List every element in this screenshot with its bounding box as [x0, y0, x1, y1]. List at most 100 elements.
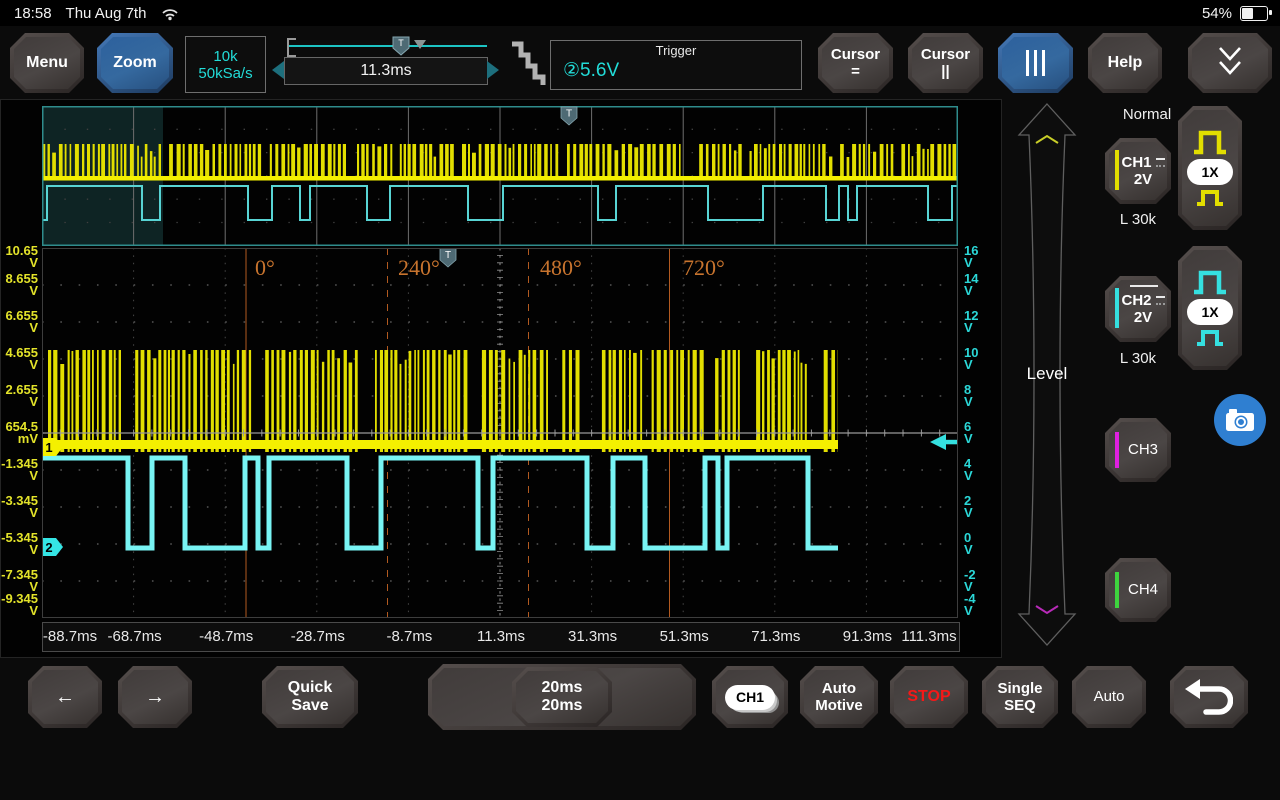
ch1-probe-button[interactable]: 1X [1178, 106, 1242, 230]
pulse-small-icon [1195, 188, 1225, 208]
double-chevron-down-icon [1212, 44, 1248, 82]
time-tick-label: -88.7ms [43, 628, 97, 645]
auto-motive-button[interactable]: Auto Motive [800, 666, 878, 728]
overview-display[interactable]: T [42, 106, 958, 246]
left-arrow-icon: ← [55, 686, 75, 709]
horizontal-position-display[interactable]: 11.3ms [284, 57, 488, 85]
scroll-right-arrow-icon[interactable] [487, 61, 499, 79]
voltage-tick-label: 4V [964, 458, 1002, 482]
voltage-tick-label: 14V [964, 273, 1002, 297]
svg-text:480°: 480° [540, 255, 582, 280]
ch2-scale: 2V [1124, 309, 1152, 326]
horizontal-position-widget[interactable]: T 11.3ms [278, 30, 504, 92]
svg-text:1: 1 [45, 440, 52, 455]
sample-rate: 50kSa/s [198, 65, 252, 82]
dc-coupling-icon [1156, 158, 1165, 167]
time-tick-label: 111.3ms [901, 628, 956, 645]
voltage-tick-label: -1.345V [0, 458, 38, 482]
falling-edge-icon[interactable] [505, 40, 547, 90]
main-timebase: 20ms [542, 679, 583, 697]
zoom-button[interactable]: Zoom [97, 33, 173, 93]
time-tick-label: -28.7ms [291, 628, 345, 645]
pulse-up-icon [1191, 128, 1229, 156]
trigger-mode-label: Normal [1102, 106, 1192, 123]
ch2-voltage-axis: 16V14V12V10V8V6V4V2V0V-2V-4V [962, 248, 998, 618]
three-vertical-bars-icon [1026, 50, 1045, 76]
ch1-scale: 2V [1124, 171, 1152, 188]
ch2-memory-label: L 30k [1102, 350, 1174, 367]
svg-text:240°: 240° [398, 255, 440, 280]
view-position-marker-icon [414, 40, 426, 49]
return-button[interactable] [1170, 666, 1248, 728]
ch2-probe-button[interactable]: 1X [1178, 246, 1242, 370]
quick-save-button[interactable]: Quick Save [262, 666, 358, 728]
svg-text:0°: 0° [255, 255, 275, 280]
cursor-vertical-button[interactable]: Cursor || [908, 33, 983, 93]
level-slider[interactable]: Level [1005, 101, 1089, 648]
time-tick-label: 31.3ms [568, 628, 617, 645]
voltage-tick-label: 8.655V [0, 273, 38, 297]
svg-text:Level: Level [1027, 364, 1068, 383]
single-seq-button[interactable]: Single SEQ [982, 666, 1058, 728]
undo-arrow-icon [1185, 676, 1233, 718]
dc-coupling-icon [1156, 296, 1165, 305]
zoom-timebase: 20ms [542, 697, 583, 715]
voltage-tick-label: 654.5mV [0, 421, 38, 445]
trigger-source-badge: CH1 [725, 685, 775, 710]
pulse-small-icon [1195, 328, 1225, 348]
trigger-source-button[interactable]: CH1 [712, 666, 788, 728]
svg-text:2: 2 [45, 540, 52, 555]
voltage-tick-label: 6V [964, 421, 1002, 445]
ch4-button[interactable]: CH4 [1105, 558, 1171, 622]
time-tick-label: 91.3ms [843, 628, 892, 645]
camera-button[interactable] [1214, 394, 1266, 446]
date: Thu Aug 7th [66, 5, 147, 22]
wifi-icon [160, 5, 180, 21]
trigger-position-marker-icon[interactable]: T [392, 36, 410, 56]
ch1-probe-ratio: 1X [1187, 159, 1233, 185]
voltage-tick-label: 4.655V [0, 347, 38, 371]
run-stop-button[interactable]: STOP [890, 666, 968, 728]
trigger-label: Trigger [656, 43, 697, 58]
voltage-tick-label: 16V [964, 245, 1002, 269]
ch2-probe-ratio: 1X [1187, 299, 1233, 325]
sidebar-toggle-button[interactable] [998, 33, 1073, 93]
battery-percent: 54% [1202, 5, 1232, 22]
history-back-button[interactable]: ← [28, 666, 102, 728]
time-tick-label: 51.3ms [660, 628, 709, 645]
voltage-tick-label: -3.345V [0, 495, 38, 519]
auto-setup-button[interactable]: Auto [1072, 666, 1146, 728]
ch1-voltage-axis: 10.65V8.655V6.655V4.655V2.655V654.5mV-1.… [0, 248, 40, 618]
voltage-tick-label: 6.655V [0, 310, 38, 334]
ch2-button[interactable]: CH2 2V [1105, 276, 1171, 342]
bandwidth-limit-line-icon [1130, 285, 1158, 287]
memory-sample-rate-box[interactable]: 10k 50kSa/s [185, 36, 266, 93]
svg-text:T: T [398, 38, 404, 48]
ch3-button[interactable]: CH3 [1105, 418, 1171, 482]
history-forward-button[interactable]: → [118, 666, 192, 728]
record-start-bracket-icon [287, 38, 296, 57]
voltage-tick-label: 2.655V [0, 384, 38, 408]
trigger-info-box[interactable]: Trigger ②5.6V [550, 40, 802, 90]
svg-text:T: T [566, 109, 572, 120]
time-tick-label: -68.7ms [108, 628, 162, 645]
oscilloscope-app: 18:58 Thu Aug 7th 54% Menu Zoom 10k 50kS… [0, 0, 1280, 800]
time-tick-label: -8.7ms [386, 628, 432, 645]
cursor-horizontal-button[interactable]: Cursor = [818, 33, 893, 93]
ch1-button[interactable]: CH1 2V [1105, 138, 1171, 204]
help-button[interactable]: Help [1088, 33, 1162, 93]
voltage-tick-label: 10V [964, 347, 1002, 371]
main-waveform-display[interactable]: 0°240°480°720°12T [42, 248, 958, 618]
collapse-toolbar-button[interactable] [1188, 33, 1272, 93]
time-tick-label: 71.3ms [751, 628, 800, 645]
right-arrow-icon: → [145, 686, 165, 709]
pulse-up-icon [1191, 268, 1229, 296]
voltage-tick-label: -4V [964, 593, 1002, 617]
menu-button[interactable]: Menu [10, 33, 84, 93]
stop-state-label: STOP [907, 688, 950, 706]
clock: 18:58 [14, 5, 52, 22]
timebase-button[interactable]: 20ms 20ms [512, 667, 612, 727]
scroll-left-arrow-icon[interactable] [272, 61, 284, 79]
voltage-tick-label: 2V [964, 495, 1002, 519]
voltage-tick-label: 12V [964, 310, 1002, 334]
